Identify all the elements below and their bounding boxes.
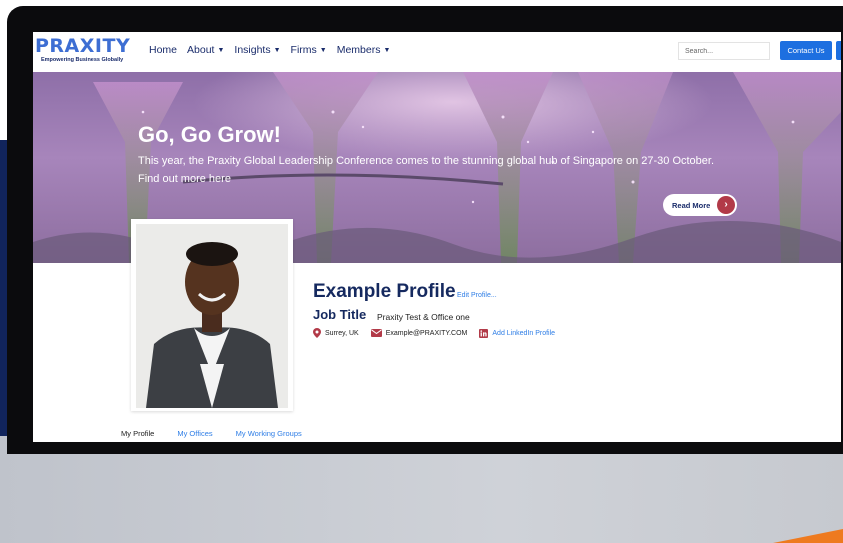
top-navbar: PRAXITY Empowering Business Globally Hom… [33,32,841,72]
nav-item-about[interactable]: About ▼ [187,44,224,56]
nav-item-firms[interactable]: Firms ▼ [291,44,327,56]
profile-name: Example Profile [313,281,456,302]
job-office: Praxity Test & Office one [377,312,470,322]
profile-meta-row: Surrey, UK Example@PRAXITY.COM Add Linke… [313,328,567,338]
profile-linkedin[interactable]: Add LinkedIn Profile [479,328,556,338]
caret-down-icon: ▼ [319,47,327,54]
caret-down-icon: ▼ [383,47,391,54]
tab-my-working-groups[interactable]: My Working Groups [236,429,302,438]
nav-item-insights[interactable]: Insights ▼ [234,44,280,56]
logo-wordmark: PRAXITY [35,35,131,57]
job-title: Job Title [313,307,367,322]
tab-my-profile[interactable]: My Profile [121,429,154,438]
map-pin-icon [313,328,321,338]
tab-my-offices[interactable]: My Offices [177,429,212,438]
hero-text: This year, the Praxity Global Leadership… [138,155,715,185]
search-input[interactable] [678,42,770,60]
profile-location: Surrey, UK [313,328,359,338]
nav-extra-button[interactable] [836,41,841,60]
backdrop-orange-accent [773,529,843,543]
hero-title: Go, Go Grow! [138,122,281,147]
profile-photo-frame [131,219,293,411]
read-more-button[interactable]: Read More › [663,194,737,216]
linkedin-icon [479,328,489,338]
read-more-label: Read More [672,200,711,210]
profile-tabs: My Profile My Offices My Working Groups [121,429,325,438]
nav-item-home[interactable]: Home [149,44,177,56]
laptop-screen: PRAXITY Empowering Business Globally Hom… [33,32,841,442]
profile-photo [136,224,288,408]
location-text: Surrey, UK [325,329,359,337]
envelope-icon [370,329,382,337]
laptop-bezel: PRAXITY Empowering Business Globally Hom… [7,6,843,454]
caret-down-icon: ▼ [273,47,281,54]
nav-item-members[interactable]: Members ▼ [337,44,391,56]
edit-profile-link[interactable]: Edit Profile... [457,292,497,299]
avatar [136,224,288,408]
add-linkedin-link: Add LinkedIn Profile [492,329,556,337]
email-text: Example@PRAXITY.COM [385,329,468,337]
praxity-logo[interactable]: PRAXITY Empowering Business Globally [35,35,130,63]
logo-tagline: Empowering Business Globally [41,57,124,63]
nav-menu: Home About ▼ Insights ▼ Firms ▼ Members ▼ [149,44,400,56]
profile-email[interactable]: Example@PRAXITY.COM [370,329,468,337]
caret-down-icon: ▼ [217,47,225,54]
chevron-right-icon: › [717,196,735,214]
contact-us-button[interactable]: Contact Us [780,41,832,60]
